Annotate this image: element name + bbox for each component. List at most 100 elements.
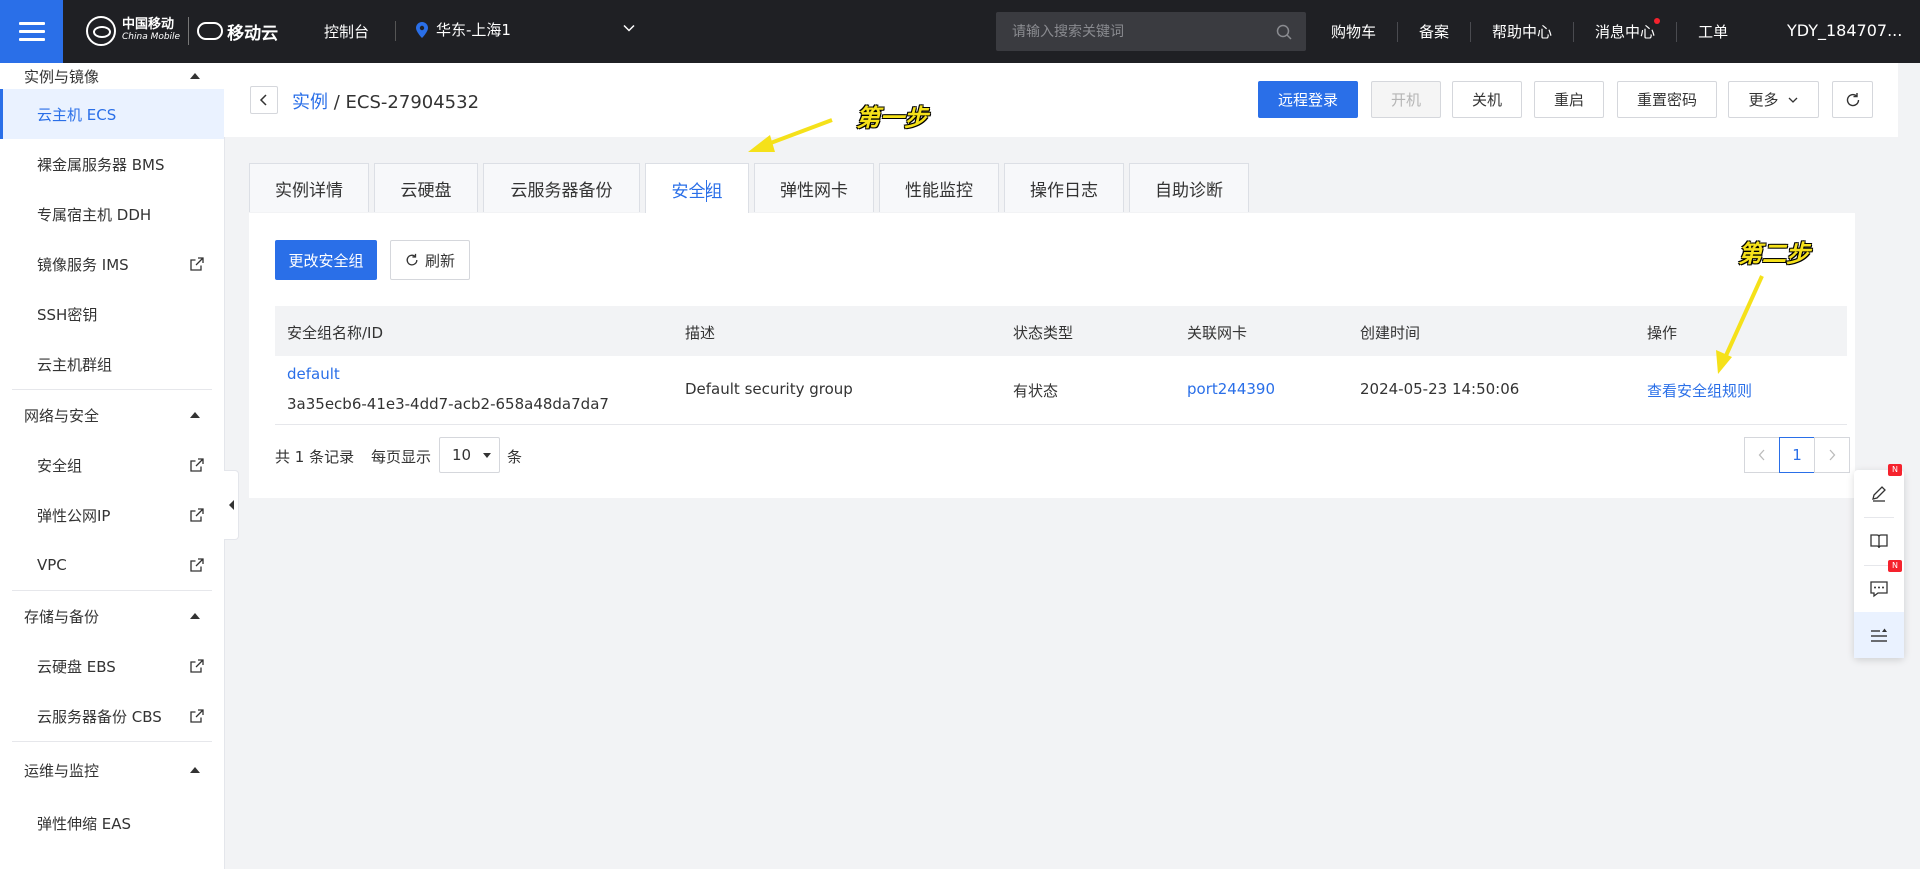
- chevron-down-icon[interactable]: [622, 21, 636, 35]
- more-dropdown[interactable]: 更多: [1728, 81, 1819, 118]
- region-label: 华东-上海1: [436, 21, 511, 39]
- annotation-step-two: 第二步: [1738, 239, 1810, 268]
- refresh-label: 刷新: [424, 251, 455, 270]
- top-nav-bar: 中国移动 China Mobile 移动云 控制台 华东-上海1 购物车 备案 …: [0, 0, 1920, 63]
- filing-link[interactable]: 备案: [1398, 21, 1472, 42]
- sidebar-item-ecs[interactable]: 云主机 ECS: [0, 89, 224, 139]
- tab-operation-log[interactable]: 操作日志: [1004, 163, 1124, 212]
- remote-login-button[interactable]: 远程登录: [1258, 81, 1358, 118]
- sg-nic-link[interactable]: port244390: [1187, 380, 1275, 398]
- more-label: 更多: [1748, 91, 1779, 109]
- sidebar-item-bms[interactable]: 裸金属服务器 BMS: [0, 139, 224, 189]
- external-link-icon: [190, 558, 204, 572]
- location-pin-icon: [416, 21, 428, 38]
- total-records: 共 1 条记录: [275, 448, 355, 466]
- table-row: default 3a35ecb6-41e3-4dd7-acb2-658a48da…: [275, 356, 1847, 425]
- logo-cm-zh: 中国移动: [122, 17, 175, 32]
- sidebar-item-label: 云硬盘 EBS: [37, 657, 116, 676]
- caret-down-icon: [483, 453, 491, 458]
- caret-up-icon: [190, 73, 200, 79]
- collapse-toolbar-button[interactable]: [1854, 612, 1904, 658]
- search-box: [996, 12, 1306, 51]
- sidebar-item-ssh-key[interactable]: SSH密钥: [0, 289, 224, 339]
- sidebar-item-ecs-group[interactable]: 云主机群组: [0, 339, 224, 389]
- prev-page-button[interactable]: [1744, 437, 1780, 473]
- region-selector[interactable]: 华东-上海1: [416, 19, 511, 40]
- sidebar-item-eip[interactable]: 弹性公网IP: [0, 490, 224, 540]
- menu-icon[interactable]: [0, 0, 63, 63]
- col-header-name: 安全组名称/ID: [287, 324, 384, 342]
- reset-password-button[interactable]: 重置密码: [1617, 81, 1717, 118]
- sidebar-item-label: 专属宿主机 DDH: [37, 205, 152, 224]
- console-link[interactable]: 控制台: [324, 21, 369, 42]
- sidebar-item-eas[interactable]: 弹性伸缩 EAS: [0, 798, 224, 848]
- sg-state: 有状态: [1013, 382, 1059, 400]
- sidebar-collapse-handle[interactable]: [224, 470, 239, 540]
- logo[interactable]: 中国移动 China Mobile 移动云: [86, 13, 278, 49]
- chevron-down-icon: [1788, 97, 1797, 103]
- sidebar-item-cbs[interactable]: 云服务器备份 CBS: [0, 691, 224, 741]
- tab-cloud-disk[interactable]: 云硬盘: [374, 163, 478, 212]
- sg-name-link[interactable]: default: [287, 365, 340, 383]
- tab-elastic-nic[interactable]: 弹性网卡: [754, 163, 874, 212]
- page-number-button[interactable]: 1: [1779, 437, 1815, 473]
- tab-bar: 实例详情 云硬盘 云服务器备份 安全组 弹性网卡 性能监控 操作日志 自助诊断: [249, 163, 1254, 214]
- restart-button[interactable]: 重启: [1534, 81, 1604, 118]
- power-on-button[interactable]: 开机: [1371, 81, 1441, 118]
- cart-link[interactable]: 购物车: [1310, 21, 1399, 42]
- sidebar-item-label: 弹性公网IP: [37, 506, 111, 525]
- power-off-button[interactable]: 关机: [1452, 81, 1522, 118]
- sidebar-item-security-group[interactable]: 安全组: [0, 440, 224, 490]
- sidebar: 实例与镜像 云主机 ECS 裸金属服务器 BMS 专属宿主机 DDH 镜像服务 …: [0, 63, 225, 869]
- message-center-link[interactable]: 消息中心: [1574, 17, 1678, 42]
- help-center-link[interactable]: 帮助中心: [1471, 21, 1575, 42]
- refresh-icon: [406, 253, 418, 266]
- sidebar-group-title: 运维与监控: [24, 761, 100, 780]
- tab-server-backup[interactable]: 云服务器备份: [483, 163, 640, 212]
- chevron-left-icon: [1758, 449, 1765, 461]
- per-page-label: 每页显示: [371, 448, 432, 466]
- sidebar-group-title: 存储与备份: [24, 607, 100, 626]
- refresh-icon-button[interactable]: [1832, 81, 1873, 118]
- search-icon[interactable]: [1276, 24, 1292, 40]
- sg-description: Default security group: [685, 380, 853, 398]
- sg-id: 3a35ecb6-41e3-4dd7-acb2-658a48da7da7: [287, 395, 609, 413]
- ticket-link[interactable]: 工单: [1677, 22, 1749, 42]
- chat-button[interactable]: N: [1854, 560, 1904, 612]
- per-page-unit: 条: [507, 448, 523, 466]
- tab-instance-details[interactable]: 实例详情: [249, 163, 369, 212]
- sidebar-item-label: SSH密钥: [37, 305, 98, 324]
- sidebar-item-ebs[interactable]: 云硬盘 EBS: [0, 641, 224, 691]
- view-sg-rules-link[interactable]: 查看安全组规则: [1647, 380, 1752, 401]
- page-size-value: 10: [452, 446, 472, 464]
- search-input[interactable]: [1010, 22, 1254, 41]
- user-account[interactable]: YDY_184707...: [1787, 21, 1902, 40]
- change-security-group-button[interactable]: 更改安全组: [275, 240, 377, 280]
- col-header-description: 描述: [685, 324, 716, 342]
- caret-up-icon: [190, 767, 200, 773]
- sidebar-group-ops[interactable]: 运维与监控: [0, 742, 224, 798]
- caret-up-icon: [190, 412, 200, 418]
- chevron-left-icon: [259, 94, 267, 106]
- sidebar-group-network[interactable]: 网络与安全: [0, 390, 224, 440]
- tab-self-diagnosis[interactable]: 自助诊断: [1129, 163, 1249, 212]
- refresh-button[interactable]: 刷新: [390, 240, 470, 280]
- floating-toolbar: N N: [1854, 464, 1904, 658]
- breadcrumb-instances-link[interactable]: 实例: [292, 92, 328, 113]
- docs-button[interactable]: [1854, 518, 1904, 564]
- next-page-button[interactable]: [1814, 437, 1850, 473]
- sidebar-group-instances[interactable]: 实例与镜像: [0, 63, 224, 89]
- book-icon: [1870, 534, 1888, 549]
- sidebar-group-storage[interactable]: 存储与备份: [0, 591, 224, 641]
- feedback-edit-button[interactable]: N: [1854, 464, 1904, 516]
- page-size-select[interactable]: 10: [439, 437, 500, 473]
- sidebar-item-ims[interactable]: 镜像服务 IMS: [0, 239, 224, 289]
- sidebar-item-label: 云主机群组: [37, 355, 113, 374]
- logo-cloud-name: 移动云: [227, 23, 279, 44]
- sidebar-item-vpc[interactable]: VPC: [0, 540, 224, 590]
- sidebar-item-ddh[interactable]: 专属宿主机 DDH: [0, 189, 224, 239]
- tab-performance-monitor[interactable]: 性能监控: [879, 163, 999, 212]
- page-header: 实例 / ECS-27904532 远程登录 开机 关机 重启 重置密码 更多: [224, 63, 1900, 137]
- tab-security-group[interactable]: 安全组: [645, 163, 749, 214]
- back-button[interactable]: [250, 86, 278, 114]
